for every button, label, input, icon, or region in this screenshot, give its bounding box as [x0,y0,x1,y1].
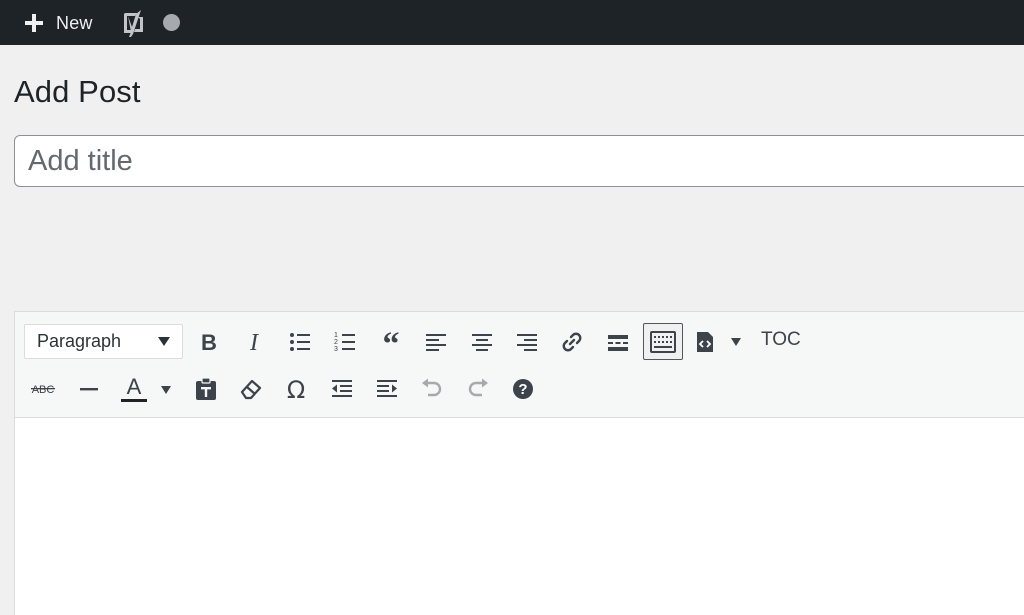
outdent-icon [332,380,352,397]
redo-button[interactable] [459,371,497,407]
editor-content-area[interactable] [15,419,1024,615]
svg-text:B: B [201,331,217,353]
align-center-icon [472,334,492,351]
bold-button[interactable]: B [190,324,228,360]
align-left-button[interactable] [417,324,455,360]
align-left-icon [426,334,446,351]
strikethrough-button[interactable]: ABC [24,371,62,407]
plus-icon [25,14,43,32]
strikethrough-icon: ABC [31,384,55,396]
indent-icon [377,380,397,397]
link-icon [562,332,582,352]
admin-bar: New [0,0,1024,45]
new-content-button[interactable]: New [22,8,93,38]
align-center-button[interactable] [463,324,501,360]
insert-link-button[interactable] [553,324,591,360]
redo-icon [468,378,488,397]
format-select[interactable]: Paragraph [24,324,183,359]
horizontal-line-icon [80,388,98,391]
svg-text:?: ? [518,381,527,398]
bulleted-list-icon [290,333,310,351]
svg-text:I: I [249,331,259,353]
bold-icon: B [201,331,217,353]
italic-button[interactable]: I [235,324,273,360]
yoast-seo-icon[interactable] [120,8,148,38]
bulleted-list-button[interactable] [281,324,319,360]
clear-formatting-icon [240,379,262,400]
blockquote-button[interactable]: “ [372,324,410,360]
align-right-button[interactable] [508,324,546,360]
text-color-dropdown-chevron-icon[interactable] [161,386,171,394]
undo-button[interactable] [413,371,451,407]
paste-text-icon [196,377,216,400]
undo-icon [422,378,442,397]
read-more-icon [608,335,628,351]
italic-icon: I [249,331,259,353]
special-character-icon: Ω [287,377,305,401]
text-color-icon: A [121,375,147,402]
chevron-down-icon [158,337,170,346]
toolbar-toggle-icon [650,330,676,353]
help-icon: ? [513,379,533,399]
svg-text:3: 3 [334,346,338,353]
classic-editor: Paragraph B I 123 “ TOC ABC A Ω ? [14,311,1024,615]
post-title-input[interactable] [14,135,1024,187]
keyboard-shortcuts-help-button[interactable]: ? [504,371,542,407]
toolbar-toggle-button[interactable] [643,323,683,360]
indent-button[interactable] [368,371,406,407]
format-select-value: Paragraph [37,331,122,351]
page-title: Add Post [14,74,141,109]
editor-toolbar: Paragraph B I 123 “ TOC ABC A Ω ? [15,312,1024,418]
read-more-button[interactable] [599,324,637,360]
new-content-label: New [56,12,93,33]
seo-status-icon[interactable] [163,14,180,31]
paste-as-text-button[interactable] [187,371,225,407]
numbered-list-icon: 123 [334,332,355,353]
blockquote-icon: “ [383,331,400,353]
shortcode-dropdown-chevron-icon[interactable] [731,338,741,346]
svg-text:“: “ [383,331,400,353]
svg-text:2: 2 [334,339,338,346]
svg-text:1: 1 [334,332,338,339]
clear-formatting-button[interactable] [232,371,270,407]
shortcode-button[interactable] [689,324,721,360]
numbered-list-button[interactable]: 123 [326,324,364,360]
svg-text:Ω: Ω [287,377,305,401]
svg-text:ABC: ABC [32,384,55,396]
special-character-button[interactable]: Ω [277,371,315,407]
shortcode-icon [697,332,713,352]
outdent-button[interactable] [323,371,361,407]
toc-button[interactable]: TOC [761,329,801,351]
horizontal-line-button[interactable] [70,371,108,407]
svg-text:A: A [127,375,142,399]
align-right-icon [517,334,537,351]
text-color-button[interactable]: A [115,371,153,407]
